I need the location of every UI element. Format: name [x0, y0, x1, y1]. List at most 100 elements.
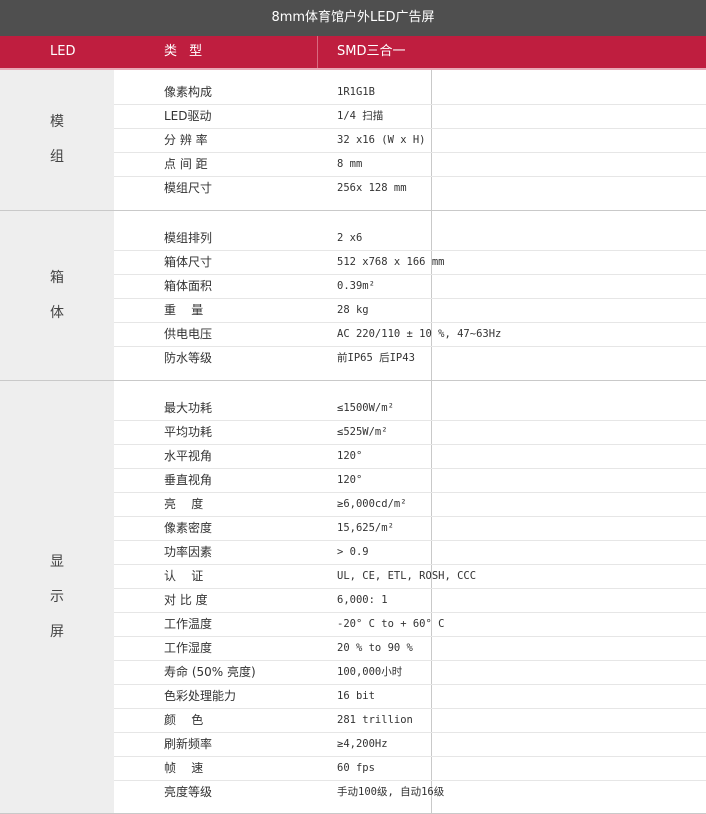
spec-key: 模组尺寸	[164, 181, 213, 195]
spec-value: AC 220/110 ± 10 %, 47~63Hz	[337, 328, 502, 340]
section-label: 箱体	[0, 211, 114, 380]
spec-value: 281 trillion	[337, 714, 413, 726]
table-row: 认 证 UL, CE, ETL, ROSH, CCC	[114, 564, 706, 589]
section-label-char: 组	[50, 149, 64, 165]
table-row: 对 比 度 6,000: 1	[114, 588, 706, 613]
spec-value: UL, CE, ETL, ROSH, CCC	[337, 570, 477, 582]
spec-key: 认 证	[164, 569, 204, 583]
header-type-label: 类 型	[164, 44, 207, 59]
spec-value: ≤525W/m²	[337, 426, 388, 438]
spec-value: ≥6,000cd/m²	[337, 498, 407, 510]
spec-value: 手动100级, 自动16级	[337, 786, 445, 798]
table-row: 刷新频率 ≥4,200Hz	[114, 732, 706, 757]
spec-value: 0.39m²	[337, 280, 375, 292]
table-row: 箱体尺寸 512 x768 x 166 mm	[114, 250, 706, 275]
table-row: 重 量 28 kg	[114, 298, 706, 323]
spec-value: 20 % to 90 %	[337, 642, 413, 654]
table-row: 工作湿度 20 % to 90 %	[114, 636, 706, 661]
spec-key: 功率因素	[164, 545, 213, 559]
section-label-char: 模	[50, 114, 64, 130]
table-row: 帧 速 60 fps	[114, 756, 706, 781]
spec-key: LED驱动	[164, 109, 212, 123]
spec-value: > 0.9	[337, 546, 369, 558]
table-row: 最大功耗 ≤1500W/m²	[114, 396, 706, 421]
spec-value: 120°	[337, 474, 363, 486]
table-row: 模组尺寸 256x 128 mm	[114, 176, 706, 200]
table-row: 色彩处理能力 16 bit	[114, 684, 706, 709]
spec-key: 寿命 (50% 亮度)	[164, 665, 256, 679]
spec-key: 刷新频率	[164, 737, 213, 751]
table-row: 工作温度 -20° C to + 60° C	[114, 612, 706, 637]
section-label: 显示屏	[0, 381, 114, 813]
section-rows: 模组排列 2 x6 箱体尺寸 512 x768 x 166 mm 箱体面积 0.39m² 重…	[114, 211, 706, 380]
table-row: LED驱动 1/4 扫描	[114, 104, 706, 129]
section-label: 模组	[0, 70, 114, 210]
spec-value: 6,000: 1	[337, 594, 388, 606]
spec-section: 显示屏最大功耗 ≤1500W/m² 平均功耗 ≤525W/m² 水平视角 120° 垂直视角…	[0, 381, 706, 814]
section-label-char: 显	[50, 553, 64, 570]
spec-table-body: 模组 像素构成 1R1G1B LED驱动 1/4 扫描分 辨 率 32 x16 (W x …	[0, 70, 706, 814]
section-rows: 最大功耗 ≤1500W/m² 平均功耗 ≤525W/m² 水平视角 120° 垂直视角 120…	[114, 381, 706, 813]
spec-key: 最大功耗	[164, 401, 213, 415]
spec-value: 前IP65 后IP43	[337, 352, 415, 364]
table-row: 功率因素 > 0.9	[114, 540, 706, 565]
table-row: 供电电压 AC 220/110 ± 10 %, 47~63Hz	[114, 322, 706, 347]
table-row: 亮度等级 手动100级, 自动16级	[114, 780, 706, 804]
spec-key: 水平视角	[164, 449, 213, 463]
spec-value: -20° C to + 60° C	[337, 618, 445, 630]
spec-key: 像素密度	[164, 521, 213, 535]
table-row: 像素密度 15,625/m²	[114, 516, 706, 541]
spec-key: 对 比 度	[164, 593, 208, 607]
table-row: 水平视角 120°	[114, 444, 706, 469]
spec-key: 工作温度	[164, 617, 213, 631]
spec-key: 垂直视角	[164, 473, 213, 487]
spec-section: 模组 像素构成 1R1G1B LED驱动 1/4 扫描分 辨 率 32 x16 (W x …	[0, 70, 706, 211]
table-row: 像素构成 1R1G1B	[114, 80, 706, 105]
table-row: 模组排列 2 x6	[114, 226, 706, 251]
table-row: 颜 色 281 trillion	[114, 708, 706, 733]
spec-key: 模组排列	[164, 231, 213, 245]
header-led: LED	[50, 44, 76, 59]
section-label-char: 箱	[50, 269, 64, 286]
spec-value: 512 x768 x 166 mm	[337, 256, 445, 268]
spec-value: 32 x16 (W x H)	[337, 134, 426, 146]
spec-key: 工作湿度	[164, 641, 213, 655]
table-title: 8mm体育馆户外LED广告屏	[0, 0, 706, 36]
table-row: 箱体面积 0.39m²	[114, 274, 706, 299]
spec-key: 箱体面积	[164, 279, 213, 293]
spec-key: 平均功耗	[164, 425, 213, 439]
section-label-char: 示	[50, 588, 64, 605]
spec-key: 颜 色	[164, 713, 204, 727]
table-row: 垂直视角 120°	[114, 468, 706, 493]
spec-section: 箱体 模组排列 2 x6 箱体尺寸 512 x768 x 166 mm 箱体面积 0.39m…	[0, 211, 706, 381]
spec-key: 防水等级	[164, 351, 213, 365]
spec-key: 亮 度	[164, 497, 204, 511]
table-row: 亮 度 ≥6,000cd/m²	[114, 492, 706, 517]
table-row: 平均功耗 ≤525W/m²	[114, 420, 706, 445]
spec-value: ≥4,200Hz	[337, 738, 388, 750]
section-label-char: 体	[50, 304, 64, 321]
spec-value: ≤1500W/m²	[337, 402, 394, 414]
spec-key: 分 辨 率	[164, 133, 208, 147]
table-row: 寿命 (50% 亮度) 100,000小时	[114, 660, 706, 685]
spec-key: 色彩处理能力	[164, 689, 237, 703]
header-type-value: SMD三合一	[337, 44, 406, 59]
table-row: 分 辨 率 32 x16 (W x H)	[114, 128, 706, 153]
spec-value: 100,000小时	[337, 666, 403, 678]
spec-value: 28 kg	[337, 304, 369, 316]
header-divider	[317, 36, 318, 68]
spec-value: 120°	[337, 450, 363, 462]
spec-key: 箱体尺寸	[164, 255, 213, 269]
section-label-char: 屏	[50, 623, 64, 640]
spec-value: 8 mm	[337, 158, 363, 170]
spec-key: 供电电压	[164, 327, 213, 341]
spec-key: 亮度等级	[164, 785, 213, 799]
spec-value: 15,625/m²	[337, 522, 394, 534]
table-header: LED 类 型 SMD三合一	[0, 36, 706, 70]
spec-key: 点 间 距	[164, 157, 208, 171]
spec-key: 像素构成	[164, 85, 213, 99]
spec-key: 重 量	[164, 303, 204, 317]
spec-value: 16 bit	[337, 690, 375, 702]
spec-value: 2 x6	[337, 232, 363, 244]
spec-key: 帧 速	[164, 761, 204, 775]
